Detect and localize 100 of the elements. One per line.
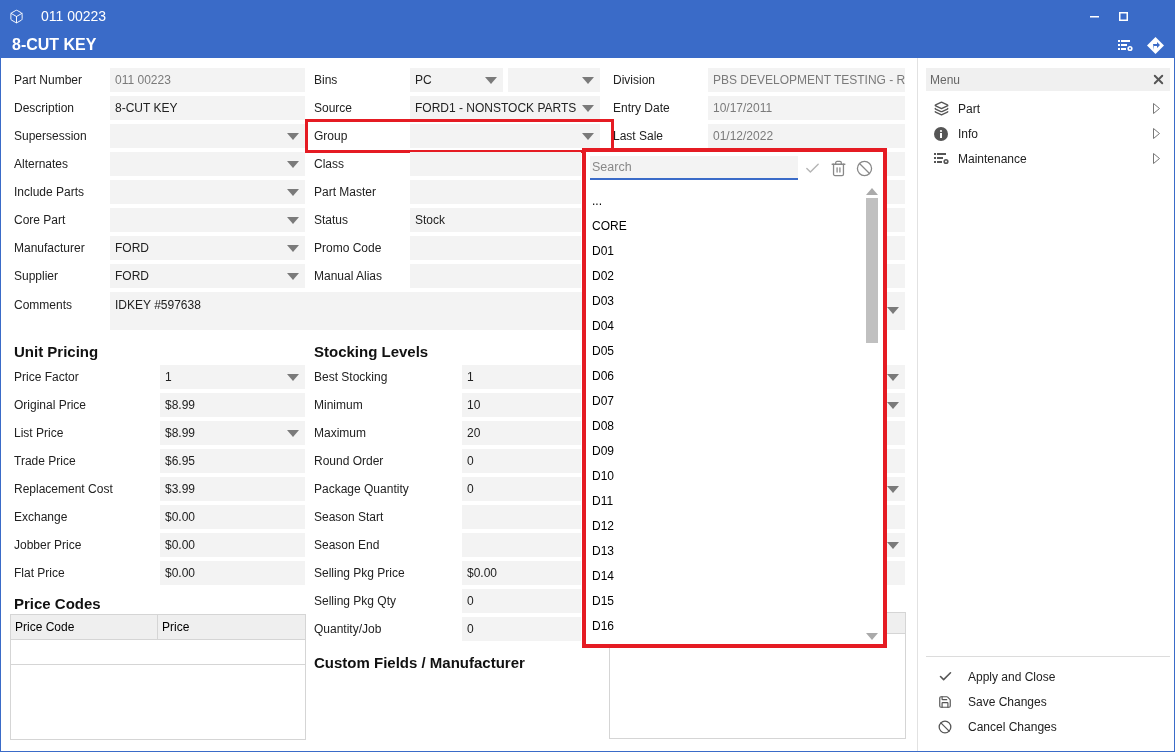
field-label: Part Master — [314, 185, 376, 199]
input-field[interactable] — [462, 505, 581, 529]
input-field[interactable]: $0.00 — [462, 561, 581, 585]
scroll-thumb[interactable] — [866, 198, 878, 343]
list-item[interactable]: D01 — [586, 238, 865, 263]
input-field[interactable]: 0 — [462, 449, 581, 473]
list-item[interactable]: D06 — [586, 363, 865, 388]
column-header[interactable]: Price — [158, 615, 305, 639]
dropdown-field[interactable] — [507, 68, 600, 92]
input-field[interactable]: $8.99 — [160, 393, 305, 417]
dropdown-arrow-icon[interactable] — [287, 272, 299, 280]
input-field[interactable]: 0 — [462, 589, 581, 613]
field-label: Core Part — [14, 213, 66, 227]
input-field[interactable]: $3.99 — [160, 477, 305, 501]
dropdown-arrow-icon[interactable] — [287, 132, 299, 140]
input-field[interactable]: 0 — [462, 477, 581, 501]
dropdown-field[interactable]: FORD — [110, 236, 305, 260]
menu-item[interactable]: Maintenance — [926, 146, 1170, 171]
section-heading: Stocking Levels — [314, 344, 429, 360]
dropdown-arrow-icon[interactable] — [287, 373, 299, 381]
input-field[interactable]: 0 — [462, 617, 581, 641]
dropdown-arrow-icon[interactable] — [287, 429, 299, 437]
list-item[interactable]: D11 — [586, 488, 865, 513]
close-icon[interactable] — [1151, 72, 1166, 87]
menu-item[interactable]: Info — [926, 121, 1170, 146]
maximize-icon[interactable] — [1119, 12, 1128, 21]
action-item[interactable]: Save Changes — [926, 689, 1170, 714]
input-field[interactable]: $0.00 — [160, 561, 305, 585]
input-field[interactable]: 10 — [462, 393, 581, 417]
trash-icon[interactable] — [830, 159, 847, 177]
field-label: Quantity/Job — [314, 622, 382, 636]
scroll-up-icon[interactable] — [866, 188, 878, 195]
dropdown-field[interactable] — [410, 124, 600, 148]
dropdown-field[interactable] — [110, 180, 305, 204]
list-item[interactable]: D15 — [586, 588, 865, 613]
chevron-right-icon — [1153, 103, 1160, 114]
list-settings-icon[interactable] — [1118, 38, 1133, 52]
list-item[interactable]: ... — [586, 188, 865, 213]
input-field[interactable]: 10/17/2011 — [708, 96, 905, 120]
dropdown-field[interactable]: 1 — [160, 365, 305, 389]
minimize-icon[interactable] — [1090, 15, 1099, 18]
list-item[interactable]: D16 — [586, 613, 865, 638]
dropdown-field[interactable]: PC — [410, 68, 503, 92]
dropdown-arrow-icon[interactable] — [887, 485, 899, 493]
input-field[interactable] — [410, 180, 581, 204]
column-header[interactable]: Price Code — [11, 615, 158, 639]
dropdown-field[interactable]: $8.99 — [160, 421, 305, 445]
dropdown-arrow-icon[interactable] — [287, 244, 299, 252]
field-label: Selling Pkg Qty — [314, 594, 397, 608]
cancel-icon[interactable] — [856, 159, 873, 177]
list-item[interactable]: D07 — [586, 388, 865, 413]
input-field[interactable]: 011 00223 — [110, 68, 305, 92]
input-field[interactable] — [410, 264, 581, 288]
dropdown-arrow-icon[interactable] — [287, 188, 299, 196]
dropdown-field[interactable]: FORD1 - NONSTOCK PARTS — [410, 96, 600, 120]
dropdown-field[interactable] — [110, 208, 305, 232]
list-item[interactable]: D09 — [586, 438, 865, 463]
list-item[interactable]: CORE — [586, 213, 865, 238]
input-field[interactable]: PBS DEVELOPMENT TESTING - R — [708, 68, 905, 92]
list-item[interactable]: D05 — [586, 338, 865, 363]
input-field[interactable]: $6.95 — [160, 449, 305, 473]
input-field[interactable] — [462, 533, 581, 557]
input-field[interactable]: 20 — [462, 421, 581, 445]
action-item[interactable]: Cancel Changes — [926, 714, 1170, 739]
list-item[interactable]: D12 — [586, 513, 865, 538]
field-label: Promo Code — [314, 241, 382, 255]
input-field[interactable]: 1 — [462, 365, 581, 389]
dropdown-arrow-icon[interactable] — [484, 76, 497, 84]
dropdown-arrow-icon[interactable] — [887, 373, 899, 381]
input-field[interactable]: $0.00 — [160, 505, 305, 529]
list-item[interactable]: D08 — [586, 413, 865, 438]
dropdown-arrow-icon[interactable] — [582, 76, 594, 84]
list-item[interactable]: D13 — [586, 538, 865, 563]
dropdown-arrow-icon[interactable] — [582, 104, 594, 112]
menu-item[interactable]: Part — [926, 96, 1170, 121]
list-item[interactable]: D14 — [586, 563, 865, 588]
input-field[interactable]: 01/12/2022 — [708, 124, 905, 148]
dropdown-arrow-icon[interactable] — [887, 307, 899, 314]
diamond-icon[interactable] — [1147, 36, 1164, 54]
dropdown-arrow-icon[interactable] — [582, 132, 594, 140]
dropdown-arrow-icon[interactable] — [287, 216, 299, 224]
list-item[interactable]: D10 — [586, 463, 865, 488]
dropdown-field[interactable] — [110, 152, 305, 176]
input-field[interactable]: 8-CUT KEY — [110, 96, 305, 120]
dropdown-arrow-icon[interactable] — [287, 160, 299, 168]
dropdown-field[interactable]: FORD — [110, 264, 305, 288]
search-field[interactable]: Search — [590, 156, 798, 180]
input-field[interactable]: Stock — [410, 208, 581, 232]
list-item[interactable]: D02 — [586, 263, 865, 288]
field-label: Part Number — [14, 73, 83, 87]
cube-icon — [9, 9, 24, 24]
input-field[interactable] — [410, 236, 581, 260]
input-field[interactable]: $0.00 — [160, 533, 305, 557]
field-label: Minimum — [314, 398, 363, 412]
action-item[interactable]: Apply and Close — [926, 664, 1170, 689]
dropdown-arrow-icon[interactable] — [887, 401, 899, 409]
save-icon — [938, 694, 952, 709]
dropdown-arrow-icon[interactable] — [887, 541, 899, 549]
input-field[interactable] — [410, 152, 581, 176]
dropdown-field[interactable] — [110, 124, 305, 148]
